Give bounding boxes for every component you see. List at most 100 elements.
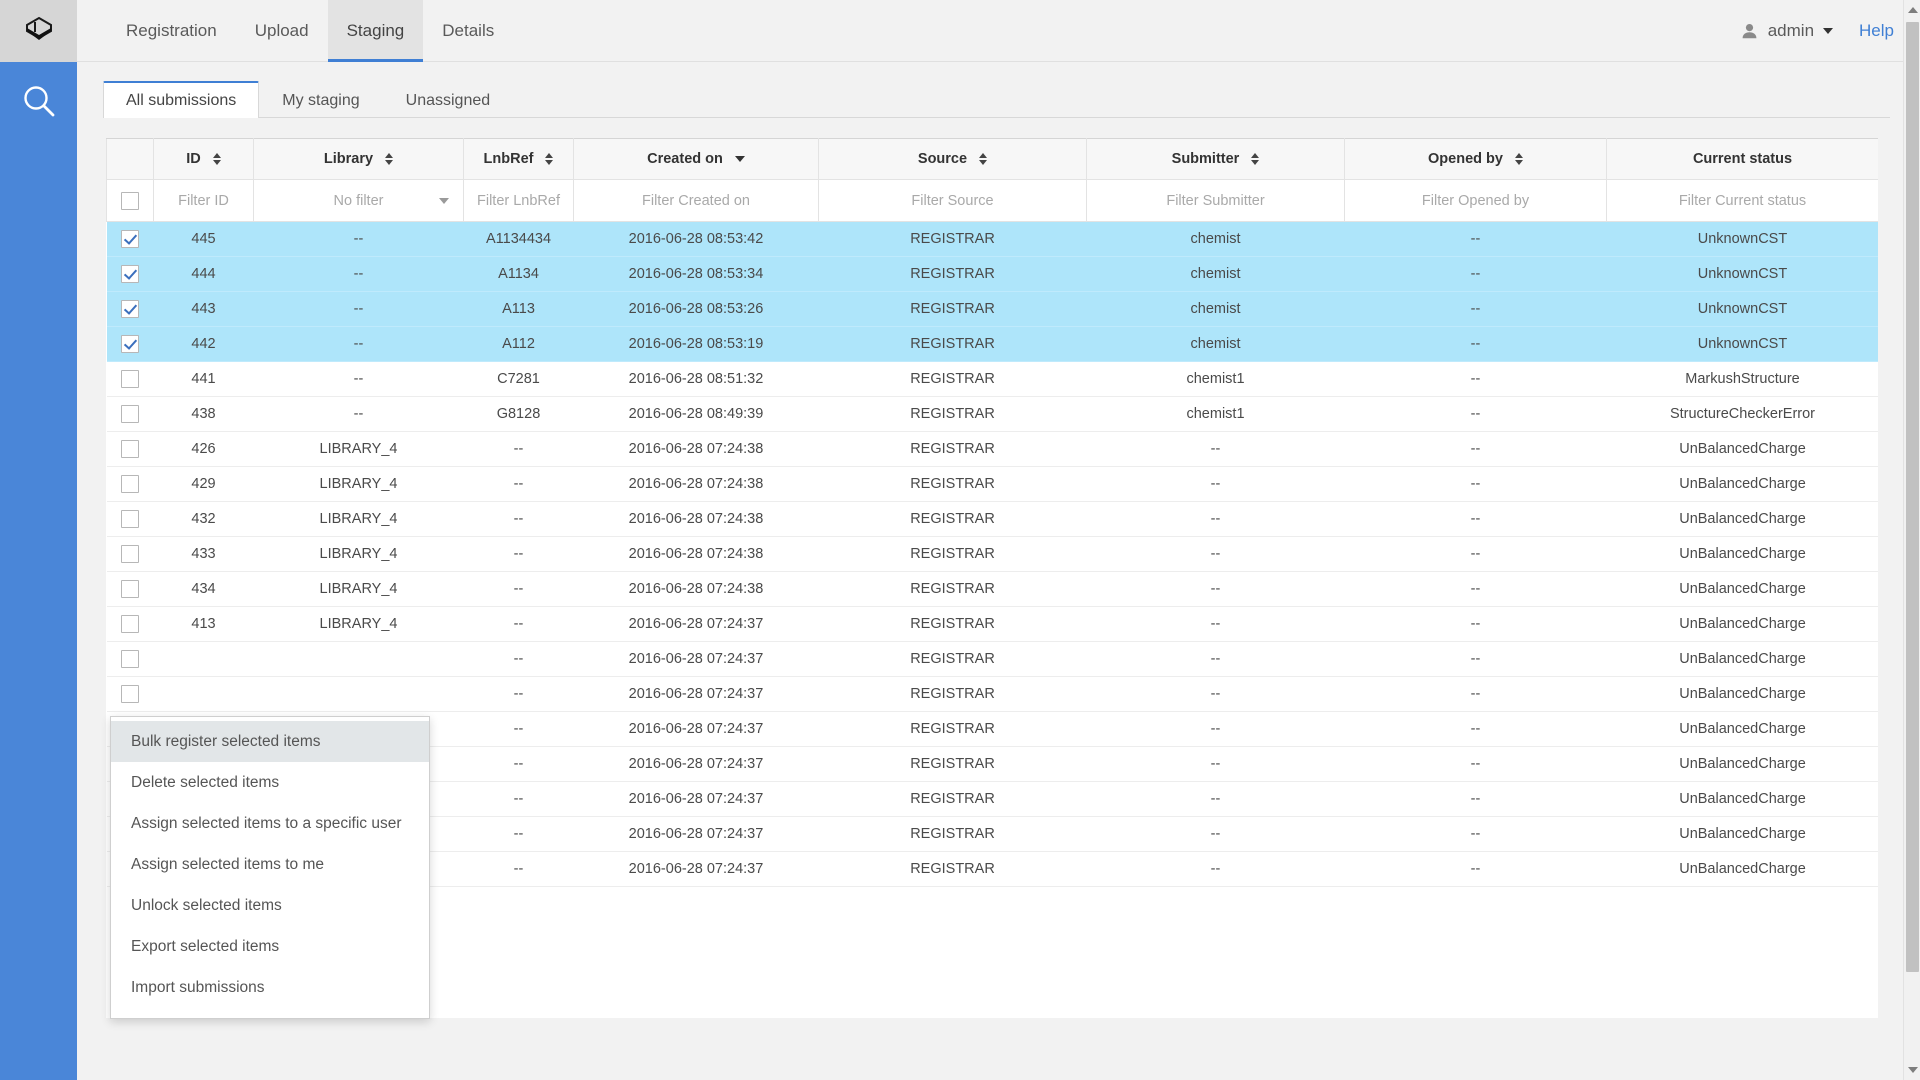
table-row[interactable]: 426LIBRARY_4--2016-06-28 07:24:38REGISTR… <box>107 432 1879 467</box>
bulk-menu-item[interactable]: Import submissions <box>111 967 429 1008</box>
user-menu[interactable]: admin <box>1740 21 1833 41</box>
table-row[interactable]: 443--A1132016-06-28 08:53:26REGISTRARche… <box>107 292 1879 327</box>
table-row[interactable]: 444--A11342016-06-28 08:53:34REGISTRARch… <box>107 257 1879 292</box>
cell-submitter: chemist <box>1087 257 1345 292</box>
col-header-opened-by[interactable]: Opened by <box>1345 139 1607 180</box>
select-all-checkbox[interactable] <box>121 192 139 210</box>
filter-input-id[interactable] <box>164 193 243 209</box>
cell-source: REGISTRAR <box>819 852 1087 887</box>
cell-lnbref: A112 <box>464 327 574 362</box>
col-header-library[interactable]: Library <box>254 139 464 180</box>
cell-lnbref: G8128 <box>464 397 574 432</box>
row-checkbox[interactable] <box>121 685 139 703</box>
cell-lnbref: -- <box>464 607 574 642</box>
filter-cell-lnbref <box>464 180 574 222</box>
row-checkbox-cell <box>107 502 154 537</box>
table-row[interactable]: --2016-06-28 07:24:37REGISTRAR----UnBala… <box>107 642 1879 677</box>
row-checkbox[interactable] <box>121 510 139 528</box>
cell-status: UnBalancedCharge <box>1607 817 1879 852</box>
left-rail <box>0 0 77 1080</box>
cell-opened: -- <box>1345 537 1607 572</box>
header-row: ID Library LnbRef Created on Source Subm… <box>107 139 1879 180</box>
row-checkbox[interactable] <box>121 615 139 633</box>
cell-lnbref: -- <box>464 432 574 467</box>
help-link[interactable]: Help <box>1859 21 1894 41</box>
cell-submitter: -- <box>1087 432 1345 467</box>
row-checkbox[interactable] <box>121 440 139 458</box>
scrollbar-thumb[interactable] <box>1906 22 1919 972</box>
bulk-menu-item[interactable]: Assign selected items to me <box>111 844 429 885</box>
col-header-created-on[interactable]: Created on <box>574 139 819 180</box>
cell-source: REGISTRAR <box>819 257 1087 292</box>
col-header-submitter[interactable]: Submitter <box>1087 139 1345 180</box>
cell-opened: -- <box>1345 747 1607 782</box>
cell-source: REGISTRAR <box>819 222 1087 257</box>
sidebar-search-button[interactable] <box>0 62 77 140</box>
col-header-lnbref[interactable]: LnbRef <box>464 139 574 180</box>
col-header-checkbox <box>107 139 154 180</box>
page-scrollbar[interactable] <box>1903 0 1920 1080</box>
table-row[interactable]: 438--G81282016-06-28 08:49:39REGISTRARch… <box>107 397 1879 432</box>
app-logo[interactable] <box>0 0 77 62</box>
cell-opened: -- <box>1345 817 1607 852</box>
cell-status: UnBalancedCharge <box>1607 467 1879 502</box>
row-checkbox[interactable] <box>121 650 139 668</box>
filter-input-source[interactable] <box>829 193 1076 209</box>
nav-item-staging[interactable]: Staging <box>328 0 424 62</box>
table-row[interactable]: 445--A11344342016-06-28 08:53:42REGISTRA… <box>107 222 1879 257</box>
row-checkbox[interactable] <box>121 475 139 493</box>
cube-logo-icon <box>22 14 56 48</box>
bulk-menu-item[interactable]: Bulk register selected items <box>111 721 429 762</box>
filter-input-created-on[interactable] <box>584 193 808 209</box>
scroll-down-arrow-icon[interactable] <box>1908 1067 1918 1073</box>
table-row[interactable]: 442--A1122016-06-28 08:53:19REGISTRARche… <box>107 327 1879 362</box>
nav-item-details[interactable]: Details <box>423 0 513 62</box>
cell-submitter: -- <box>1087 467 1345 502</box>
nav-item-upload[interactable]: Upload <box>236 0 328 62</box>
row-checkbox-cell <box>107 327 154 362</box>
table-row[interactable]: 432LIBRARY_4--2016-06-28 07:24:38REGISTR… <box>107 502 1879 537</box>
row-checkbox[interactable] <box>121 300 139 318</box>
bulk-menu-item[interactable]: Export selected items <box>111 926 429 967</box>
cell-id <box>154 677 254 712</box>
tab-unassigned[interactable]: Unassigned <box>383 82 514 118</box>
row-checkbox[interactable] <box>121 230 139 248</box>
bulk-menu-item[interactable]: Delete selected items <box>111 762 429 803</box>
col-header-id[interactable]: ID <box>154 139 254 180</box>
filter-select-library[interactable]: No filter <box>264 193 453 209</box>
cell-status: UnknownCST <box>1607 257 1879 292</box>
filter-input-current-status[interactable] <box>1617 193 1868 209</box>
filter-input-lnbref[interactable] <box>474 193 563 209</box>
nav-item-registration[interactable]: Registration <box>107 0 236 62</box>
cell-created: 2016-06-28 07:24:38 <box>574 502 819 537</box>
table-row[interactable]: 433LIBRARY_4--2016-06-28 07:24:38REGISTR… <box>107 537 1879 572</box>
bulk-menu-item[interactable]: Assign selected items to a specific user <box>111 803 429 844</box>
table-row[interactable]: 441--C72812016-06-28 08:51:32REGISTRARch… <box>107 362 1879 397</box>
nav-label: Details <box>442 21 494 41</box>
cell-source: REGISTRAR <box>819 292 1087 327</box>
cell-opened: -- <box>1345 712 1607 747</box>
table-row[interactable]: --2016-06-28 07:24:37REGISTRAR----UnBala… <box>107 677 1879 712</box>
filter-input-submitter[interactable] <box>1097 193 1334 209</box>
row-checkbox[interactable] <box>121 370 139 388</box>
table-row[interactable]: 429LIBRARY_4--2016-06-28 07:24:38REGISTR… <box>107 467 1879 502</box>
filter-input-opened-by[interactable] <box>1355 193 1596 209</box>
row-checkbox[interactable] <box>121 405 139 423</box>
table-row[interactable]: 413LIBRARY_4--2016-06-28 07:24:37REGISTR… <box>107 607 1879 642</box>
cell-submitter: -- <box>1087 817 1345 852</box>
row-checkbox[interactable] <box>121 545 139 563</box>
bulk-menu-item[interactable]: Unlock selected items <box>111 885 429 926</box>
cell-library: LIBRARY_4 <box>254 607 464 642</box>
tab-all-submissions[interactable]: All submissions <box>103 81 259 118</box>
user-name: admin <box>1768 21 1814 41</box>
col-header-source[interactable]: Source <box>819 139 1087 180</box>
tab-my-staging[interactable]: My staging <box>259 82 382 118</box>
table-row[interactable]: 434LIBRARY_4--2016-06-28 07:24:38REGISTR… <box>107 572 1879 607</box>
scroll-up-arrow-icon[interactable] <box>1908 7 1918 13</box>
cell-source: REGISTRAR <box>819 537 1087 572</box>
cell-source: REGISTRAR <box>819 362 1087 397</box>
sort-icon <box>1515 153 1523 165</box>
row-checkbox[interactable] <box>121 335 139 353</box>
row-checkbox[interactable] <box>121 580 139 598</box>
row-checkbox[interactable] <box>121 265 139 283</box>
